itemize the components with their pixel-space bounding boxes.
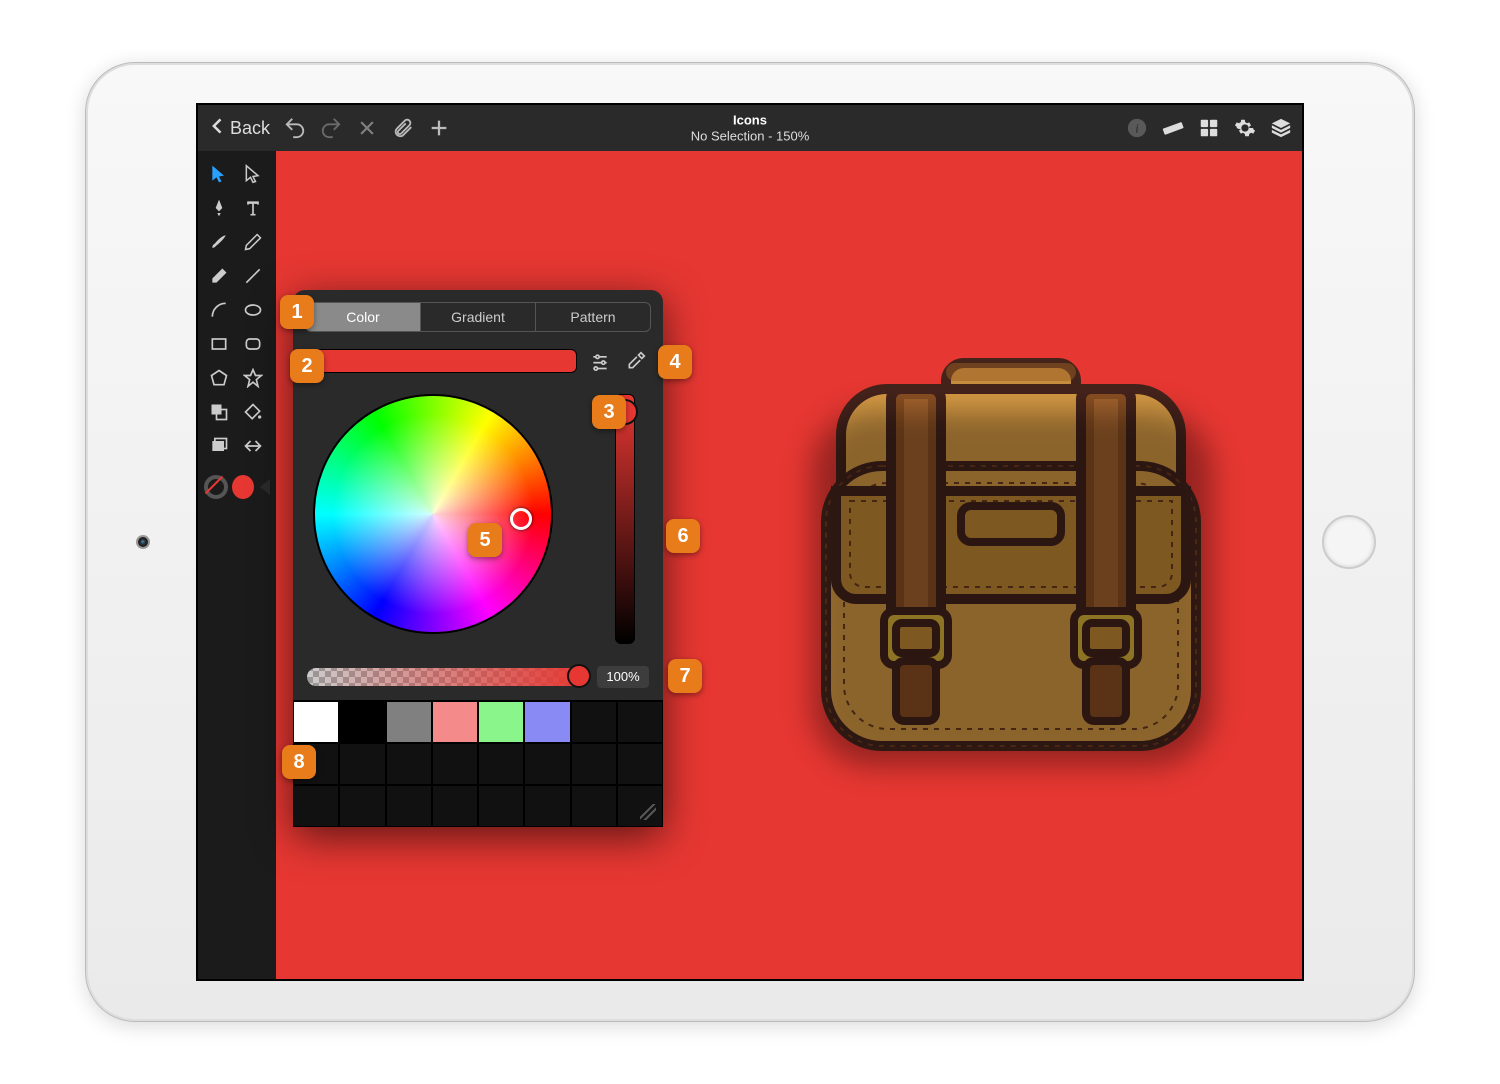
eraser-tool[interactable] xyxy=(204,261,234,291)
ipad-frame: Back Icons No Se xyxy=(85,62,1415,1022)
color-popover: Color Gradient Pattern xyxy=(293,290,663,827)
callout-6: 6 xyxy=(666,519,700,553)
callout-8: 8 xyxy=(282,745,316,779)
swatch[interactable] xyxy=(478,701,524,743)
brush-tool[interactable] xyxy=(204,227,234,257)
app-topbar: Back Icons No Se xyxy=(198,105,1302,151)
ipad-camera xyxy=(136,535,150,549)
swatch[interactable] xyxy=(339,701,385,743)
swatch-empty[interactable] xyxy=(524,743,570,785)
layers-button[interactable] xyxy=(1270,117,1292,139)
swatch[interactable] xyxy=(293,701,339,743)
swatch-empty[interactable] xyxy=(478,743,524,785)
grid-button[interactable] xyxy=(1198,117,1220,139)
swatches-grid xyxy=(293,700,663,827)
swatch-empty[interactable] xyxy=(571,785,617,827)
tab-color[interactable]: Color xyxy=(306,303,420,331)
swatch-empty[interactable] xyxy=(386,785,432,827)
text-tool[interactable] xyxy=(238,193,268,223)
boolean-tool[interactable] xyxy=(204,397,234,427)
opacity-knob[interactable] xyxy=(567,664,591,688)
swatch[interactable] xyxy=(432,701,478,743)
ruler-button[interactable] xyxy=(1162,117,1184,139)
close-button[interactable] xyxy=(356,117,378,139)
fill-stroke-indicator[interactable] xyxy=(204,475,270,499)
opacity-slider[interactable] xyxy=(307,668,587,686)
brightness-slider[interactable] xyxy=(615,394,635,644)
bucket-tool[interactable] xyxy=(238,397,268,427)
swatch-empty[interactable] xyxy=(386,743,432,785)
back-label: Back xyxy=(230,118,270,139)
rounded-rect-tool[interactable] xyxy=(238,329,268,359)
swatch[interactable] xyxy=(386,701,432,743)
swatch-empty[interactable] xyxy=(617,701,663,743)
rectangle-tool[interactable] xyxy=(204,329,234,359)
fill-indicator-icon xyxy=(232,475,254,499)
swatch-empty[interactable] xyxy=(617,743,663,785)
swatch-empty[interactable] xyxy=(571,743,617,785)
ipad-home-button[interactable] xyxy=(1322,515,1376,569)
add-button[interactable] xyxy=(428,117,450,139)
document-title-area: Icons No Selection - 150% xyxy=(691,112,810,143)
settings-button[interactable] xyxy=(1234,117,1256,139)
callout-1: 1 xyxy=(280,295,314,329)
current-color-preview[interactable] xyxy=(307,349,577,373)
swatch-empty[interactable] xyxy=(571,701,617,743)
tool-sidebar xyxy=(198,151,276,979)
swatch-empty[interactable] xyxy=(432,743,478,785)
knife-tool[interactable] xyxy=(238,431,268,461)
color-wheel[interactable] xyxy=(313,394,553,634)
eyedropper-button[interactable] xyxy=(623,348,649,374)
swatch[interactable] xyxy=(524,701,570,743)
swatch-empty[interactable] xyxy=(339,743,385,785)
document-subtitle: No Selection - 150% xyxy=(691,128,810,144)
app-screen: Back Icons No Se xyxy=(196,103,1304,981)
redo-button[interactable] xyxy=(320,117,342,139)
swatch-empty[interactable] xyxy=(478,785,524,827)
callout-3: 3 xyxy=(592,395,626,429)
callout-7: 7 xyxy=(668,659,702,693)
info-button[interactable]: i xyxy=(1126,117,1148,139)
callout-5: 5 xyxy=(468,523,502,557)
fill-mode-segmented: Color Gradient Pattern xyxy=(305,302,651,332)
pen-tool[interactable] xyxy=(204,193,234,223)
tab-gradient[interactable]: Gradient xyxy=(420,303,535,331)
swatch-empty[interactable] xyxy=(293,785,339,827)
opacity-value[interactable]: 100% xyxy=(597,666,649,688)
pencil-tool[interactable] xyxy=(238,227,268,257)
sliders-button[interactable] xyxy=(587,348,613,374)
arc-tool[interactable] xyxy=(204,295,234,325)
tab-pattern[interactable]: Pattern xyxy=(535,303,650,331)
svg-text:i: i xyxy=(1135,122,1139,136)
swatch-empty[interactable] xyxy=(432,785,478,827)
swatch-empty[interactable] xyxy=(524,785,570,827)
callout-2: 2 xyxy=(290,349,324,383)
artboard-tool[interactable] xyxy=(204,431,234,461)
callout-4: 4 xyxy=(658,345,692,379)
document-title: Icons xyxy=(691,112,810,128)
back-button[interactable]: Back xyxy=(208,116,270,141)
direct-selection-tool[interactable] xyxy=(238,159,268,189)
star-tool[interactable] xyxy=(238,363,268,393)
selection-tool[interactable] xyxy=(204,159,234,189)
popover-arrow-icon xyxy=(260,479,270,495)
color-wheel-cursor[interactable] xyxy=(510,508,532,530)
attachment-button[interactable] xyxy=(392,117,414,139)
resize-handle-icon[interactable] xyxy=(617,785,663,827)
ellipse-tool[interactable] xyxy=(238,295,268,325)
stroke-indicator-icon xyxy=(204,475,228,499)
line-tool[interactable] xyxy=(238,261,268,291)
swatch-empty[interactable] xyxy=(339,785,385,827)
undo-button[interactable] xyxy=(284,117,306,139)
polygon-tool[interactable] xyxy=(204,363,234,393)
artwork-bag xyxy=(796,341,1226,771)
chevron-left-icon xyxy=(208,116,228,141)
